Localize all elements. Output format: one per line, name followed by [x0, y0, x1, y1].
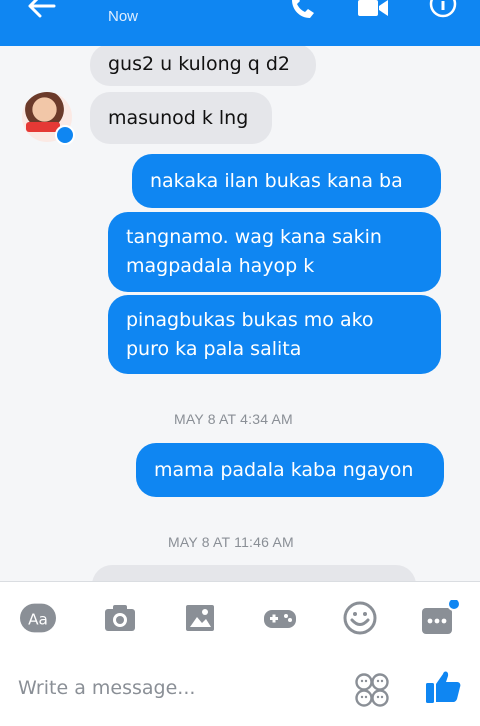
info-icon[interactable]	[428, 0, 458, 24]
aa-label: Aa	[28, 610, 48, 628]
message-text: gus2 u kulong q d2	[108, 53, 290, 75]
smiley-icon[interactable]	[342, 600, 378, 636]
sent-message[interactable]: pinagbukas bukas mo ako puro ka pala sal…	[108, 295, 441, 374]
emoji-icon[interactable]	[354, 672, 390, 708]
message-text-line: magpadala hayop k	[126, 255, 315, 277]
sent-message[interactable]: tangnamo. wag kana sakin magpadala hayop…	[108, 212, 441, 292]
message-text-line: tangnamo. wag kana sakin	[126, 226, 382, 248]
thumbs-up-icon[interactable]	[424, 668, 462, 706]
sent-message[interactable]: nakaka ilan bukas kana ba	[132, 154, 441, 208]
message-text-line: puro ka pala salita	[126, 338, 302, 360]
timestamp: MAY 8 AT 4:34 AM	[174, 411, 293, 427]
sent-message[interactable]: mama padala kaba ngayon	[136, 443, 444, 497]
received-message[interactable]: gus2 u kulong q d2	[90, 46, 316, 86]
video-call-icon[interactable]	[356, 0, 390, 24]
more-icon[interactable]	[420, 600, 462, 636]
back-arrow-icon[interactable]	[26, 0, 58, 24]
message-input[interactable]: Write a message...	[18, 677, 195, 699]
composer-toolbar: Aa	[0, 581, 480, 726]
notification-dot-icon	[447, 600, 461, 611]
camera-icon[interactable]	[102, 600, 138, 636]
message-text: nakaka ilan bukas kana ba	[150, 170, 403, 192]
active-status: Now	[108, 8, 139, 25]
conversation-header: Now	[0, 0, 480, 46]
message-list[interactable]: gus2 u kulong q d2 masunod k lng nakaka …	[0, 46, 480, 581]
phone-call-icon[interactable]	[288, 0, 316, 24]
aa-icon[interactable]: Aa	[20, 600, 56, 636]
timestamp: MAY 8 AT 11:46 AM	[168, 534, 294, 550]
messenger-badge-icon	[55, 125, 75, 145]
received-message[interactable]: masunod k lng	[90, 92, 272, 144]
message-text: mama padala kaba ngayon	[154, 459, 414, 481]
message-text-line: pinagbukas bukas mo ako	[126, 309, 374, 331]
received-message-partial[interactable]	[92, 565, 416, 581]
game-icon[interactable]	[262, 600, 298, 636]
gallery-icon[interactable]	[182, 600, 218, 636]
message-text: masunod k lng	[108, 107, 249, 129]
